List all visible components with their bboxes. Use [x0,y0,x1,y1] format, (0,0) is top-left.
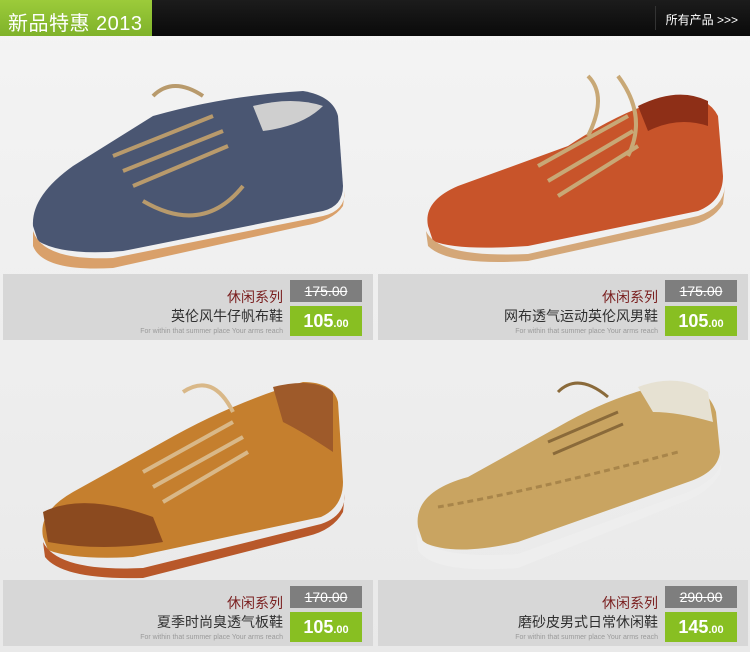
sale-price-int: 145 [678,617,709,637]
product-series: 休闲系列 [602,595,658,611]
old-price: 175.00 [304,283,348,299]
product-image[interactable] [3,342,373,580]
product-slogan: For within that summer place Your arms r… [515,634,658,641]
product-name[interactable]: 夏季时尚臭透气板鞋 [157,612,283,632]
sale-price-int: 105 [303,311,334,331]
product-slogan: For within that summer place Your arms r… [515,328,658,335]
page-title: 新品特惠 2013 [8,13,143,35]
product-image[interactable] [3,36,373,274]
product-info: 休闲系列 夏季时尚臭透气板鞋 For within that summer pl… [3,580,373,646]
shoe-image-orange [426,74,725,262]
sale-price-int: 105 [678,311,709,331]
product-card[interactable]: 休闲系列 磨砂皮男式日常休闲鞋 For within that summer p… [378,342,748,648]
old-price-badge: 175.00 [665,280,737,302]
old-price-badge: 290.00 [665,586,737,608]
old-price-badge: 175.00 [290,280,362,302]
product-info: 休闲系列 英伦风牛仔帆布鞋 For within that summer pla… [3,274,373,340]
sale-price-badge[interactable]: 105.00 [665,306,737,336]
product-series: 休闲系列 [227,595,283,611]
product-name[interactable]: 英伦风牛仔帆布鞋 [171,306,283,326]
product-info: 休闲系列 网布透气运动英伦风男鞋 For within that summer … [378,274,748,340]
sale-price-badge[interactable]: 105.00 [290,306,362,336]
shoe-image-tan [42,382,345,579]
all-products-link[interactable]: 所有产品 >>> [666,11,738,28]
sale-price-dec: .00 [708,624,724,636]
shoe-image-khaki [416,380,723,570]
header-bar: 新品特惠 2013 所有产品 >>> [0,0,750,36]
title-tab: 新品特惠 2013 [0,0,152,36]
sale-price-int: 105 [303,617,334,637]
sale-price-dec: .00 [333,624,349,636]
page: 新品特惠 2013 所有产品 >>> 休闲系列 英伦风牛仔帆布鞋 For wit… [0,0,750,652]
product-name[interactable]: 网布透气运动英伦风男鞋 [504,306,658,326]
product-slogan: For within that summer place Your arms r… [140,634,283,641]
product-series: 休闲系列 [602,289,658,305]
old-price: 170.00 [304,589,348,605]
product-name[interactable]: 磨砂皮男式日常休闲鞋 [518,612,658,632]
old-price: 290.00 [679,589,723,605]
product-card[interactable]: 休闲系列 夏季时尚臭透气板鞋 For within that summer pl… [3,342,373,648]
header-divider [655,6,656,30]
product-series: 休闲系列 [227,289,283,305]
product-image[interactable] [378,342,748,580]
shoe-image-navy [32,84,345,269]
sale-price-dec: .00 [708,318,724,330]
old-price-badge: 170.00 [290,586,362,608]
product-slogan: For within that summer place Your arms r… [140,328,283,335]
product-image[interactable] [378,36,748,274]
sale-price-badge[interactable]: 145.00 [665,612,737,642]
sale-price-badge[interactable]: 105.00 [290,612,362,642]
sale-price-dec: .00 [333,318,349,330]
product-card[interactable]: 休闲系列 网布透气运动英伦风男鞋 For within that summer … [378,36,748,342]
product-card[interactable]: 休闲系列 英伦风牛仔帆布鞋 For within that summer pla… [3,36,373,342]
old-price: 175.00 [679,283,723,299]
product-info: 休闲系列 磨砂皮男式日常休闲鞋 For within that summer p… [378,580,748,646]
